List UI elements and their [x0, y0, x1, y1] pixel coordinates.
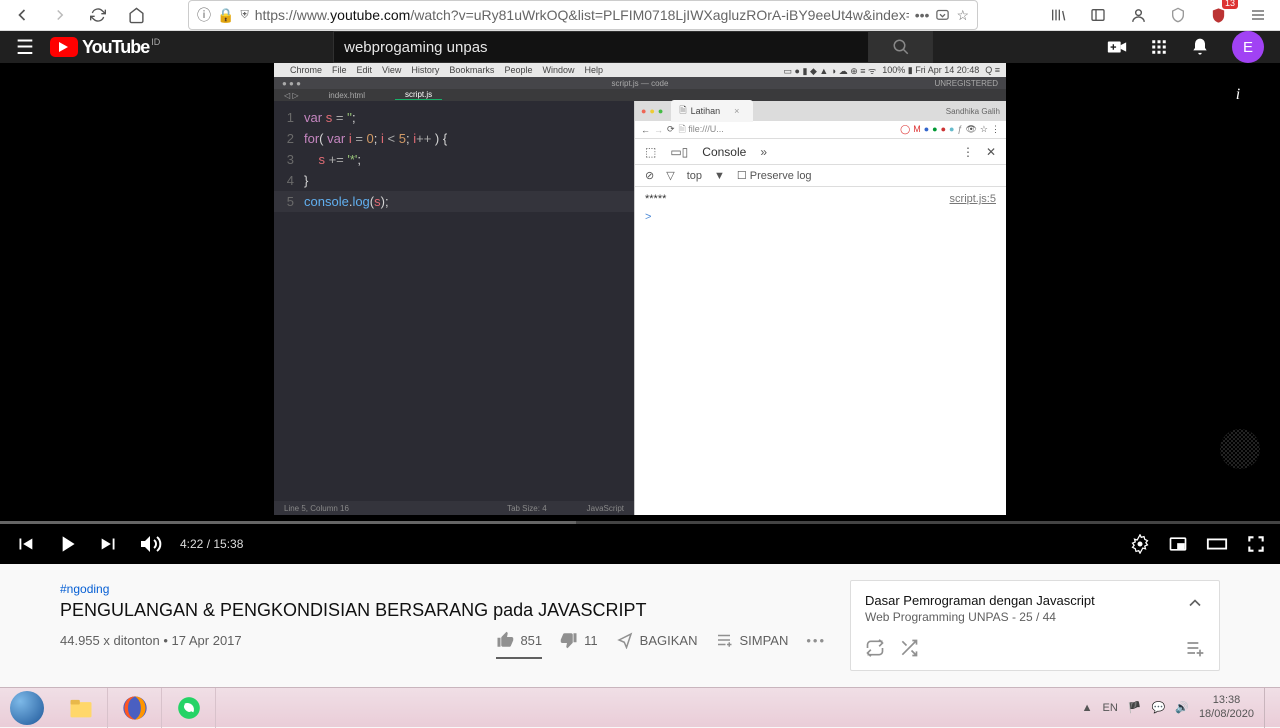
- firefox-toolbar: ⓘ 🔒 ⛨ https://www.youtube.com/watch?v=uR…: [0, 0, 1280, 31]
- youtube-country-code: ID: [151, 37, 160, 47]
- bookmark-icon[interactable]: ☆: [956, 7, 969, 24]
- shuffle-button[interactable]: [899, 638, 919, 658]
- inspect-icon: ⬚: [645, 145, 656, 159]
- ublock-icon[interactable]: [1204, 1, 1232, 29]
- like-button[interactable]: 851: [496, 631, 542, 659]
- account-avatar[interactable]: E: [1232, 31, 1264, 63]
- home-button[interactable]: [122, 1, 150, 29]
- loop-button[interactable]: [865, 638, 885, 658]
- below-player: #ngoding PENGULANGAN & PENGKONDISIAN BER…: [0, 564, 1280, 687]
- back-button[interactable]: [8, 1, 36, 29]
- taskbar-clock[interactable]: 13:38 18/08/2020: [1199, 694, 1254, 720]
- playlist-panel: Dasar Pemrograman dengan Javascript Web …: [850, 580, 1220, 671]
- mac-menubar: ChromeFileEditViewHistoryBookmarksPeople…: [274, 63, 1006, 77]
- play-button[interactable]: [54, 531, 80, 557]
- video-content: ChromeFileEditViewHistoryBookmarksPeople…: [274, 63, 1006, 515]
- time-display: 4:22 / 15:38: [180, 537, 243, 551]
- code-editor: 1var s = ''; 2for( var i = 0; i < 5; i++…: [274, 101, 634, 515]
- playlist-collapse-button[interactable]: [1185, 593, 1205, 624]
- video-player[interactable]: ChromeFileEditViewHistoryBookmarksPeople…: [0, 63, 1280, 521]
- youtube-logo-icon: [50, 37, 78, 57]
- taskbar-firefox[interactable]: [108, 688, 162, 728]
- create-button[interactable]: [1106, 36, 1128, 58]
- pocket-icon[interactable]: [935, 8, 950, 23]
- playlist-title: Dasar Pemrograman dengan Javascript: [865, 593, 1095, 608]
- reload-button[interactable]: [84, 1, 112, 29]
- url-bar[interactable]: ⓘ 🔒 ⛨ https://www.youtube.com/watch?v=uR…: [188, 0, 978, 30]
- menu-icon[interactable]: [1244, 1, 1272, 29]
- settings-button[interactable]: [1130, 534, 1150, 554]
- search-input[interactable]: [333, 31, 869, 63]
- playlist-subtitle: Web Programming UNPAS - 25 / 44: [865, 610, 1095, 624]
- permission-icon[interactable]: ⛨: [240, 9, 248, 22]
- playlist-save-button[interactable]: [1185, 638, 1205, 658]
- info-icon[interactable]: ⓘ: [197, 5, 211, 25]
- show-desktop-button[interactable]: [1264, 688, 1274, 728]
- theater-button[interactable]: [1206, 533, 1228, 555]
- channel-watermark[interactable]: [1220, 429, 1260, 469]
- fullscreen-button[interactable]: [1246, 534, 1266, 554]
- video-title: PENGULANGAN & PENGKONDISIAN BERSARANG pa…: [60, 600, 826, 621]
- editor-title-bar: ● ● ● script.js — code UNREGISTERED: [274, 77, 1006, 89]
- taskbar-whatsapp[interactable]: [162, 688, 216, 728]
- youtube-logo[interactable]: YouTube ID: [50, 37, 160, 58]
- previous-button[interactable]: [14, 533, 36, 555]
- youtube-logo-text: YouTube: [82, 37, 149, 58]
- editor-file-tabs: ◁ ▷ index.html script.js: [274, 89, 1006, 101]
- guide-button[interactable]: ☰: [16, 35, 34, 60]
- shield-icon[interactable]: [1164, 1, 1192, 29]
- tray-action-center[interactable]: 💬: [1152, 701, 1166, 714]
- notifications-button[interactable]: [1190, 37, 1210, 57]
- apps-button[interactable]: [1150, 38, 1168, 56]
- save-button[interactable]: SIMPAN: [715, 631, 788, 649]
- tray-chevron[interactable]: ▲: [1082, 702, 1093, 714]
- video-player-container: ChromeFileEditViewHistoryBookmarksPeople…: [0, 63, 1280, 564]
- forward-button[interactable]: [46, 1, 74, 29]
- tray-flag-icon[interactable]: 🏴: [1128, 701, 1142, 714]
- start-button[interactable]: [0, 688, 54, 728]
- language-indicator[interactable]: EN: [1103, 702, 1118, 714]
- editor-status-bar: Line 5, Column 16 Tab Size: 4 JavaScript: [274, 501, 634, 515]
- next-button[interactable]: [98, 533, 120, 555]
- video-metadata: #ngoding PENGULANGAN & PENGKONDISIAN BER…: [60, 580, 826, 671]
- search-button[interactable]: [869, 31, 933, 63]
- view-count: 44.955 x ditonton • 17 Apr 2017: [60, 633, 242, 648]
- hashtag-link[interactable]: #ngoding: [60, 582, 109, 596]
- player-controls: 4:22 / 15:38: [0, 524, 1280, 564]
- sidebar-icon[interactable]: [1084, 1, 1112, 29]
- page-actions-icon[interactable]: •••: [915, 7, 930, 23]
- dislike-button[interactable]: 11: [560, 631, 598, 649]
- taskbar-explorer[interactable]: [54, 688, 108, 728]
- youtube-masthead: ☰ YouTube ID E: [0, 31, 1280, 63]
- tray-volume-icon[interactable]: 🔊: [1175, 701, 1189, 714]
- chrome-devtools-panel: ●●● 🗎Latihan× Sandhika Galih ←→⟳ 🗎 file:…: [634, 101, 1006, 515]
- library-icon[interactable]: [1044, 1, 1072, 29]
- more-actions-button[interactable]: •••: [806, 633, 826, 648]
- volume-button[interactable]: [138, 532, 162, 556]
- lock-icon: 🔒: [217, 7, 234, 24]
- miniplayer-button[interactable]: [1168, 534, 1188, 554]
- progress-bar[interactable]: [0, 521, 1280, 524]
- share-button[interactable]: BAGIKAN: [616, 631, 698, 649]
- info-cards-button[interactable]: i: [1224, 81, 1252, 109]
- windows-taskbar: ▲ EN 🏴 💬 🔊 13:38 18/08/2020: [0, 687, 1280, 727]
- url-text: https://www.youtube.com/watch?v=uRy81uWr…: [255, 7, 909, 23]
- account-icon[interactable]: [1124, 1, 1152, 29]
- device-icon: ▭▯: [670, 145, 688, 159]
